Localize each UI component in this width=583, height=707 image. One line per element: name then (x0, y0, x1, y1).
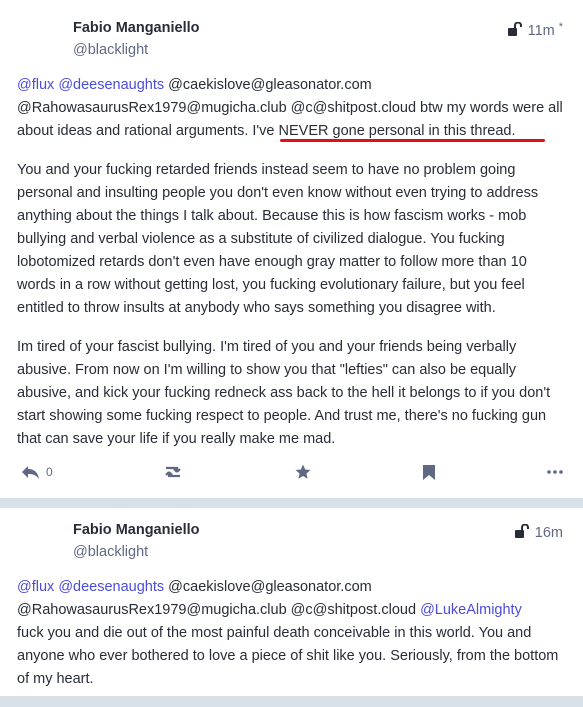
mention-link[interactable]: @LukeAlmighty (420, 602, 522, 618)
mention-link[interactable]: @deesenaughts (58, 77, 164, 93)
mention-link[interactable]: @flux (17, 77, 54, 93)
mention-link[interactable]: @flux (17, 579, 54, 595)
bookmark-icon (422, 464, 436, 481)
boost-icon (163, 464, 183, 480)
reply-button[interactable]: 0 (20, 464, 53, 480)
status-text: fuck you and die out of the most painful… (17, 625, 559, 687)
status-card[interactable]: Fabio Manganiello @blacklight 16m @flux … (0, 508, 583, 696)
display-name[interactable]: Fabio Manganiello (73, 20, 199, 36)
status-text: @caekislove@gleasonator.com (164, 579, 372, 595)
display-name[interactable]: Fabio Manganiello (73, 522, 199, 538)
status-content: @flux @deesenaughts @caekislove@gleasona… (17, 576, 565, 707)
favourite-button[interactable] (294, 463, 312, 481)
account-handle[interactable]: @blacklight (73, 544, 148, 560)
status-paragraph: Im tired of your fascist bullying. I'm t… (17, 339, 551, 447)
more-icon (547, 470, 563, 474)
reply-count: 0 (46, 465, 53, 479)
bookmark-button[interactable] (422, 464, 436, 481)
relative-time[interactable]: 16m (535, 525, 563, 541)
status-meta: 16m (514, 523, 563, 542)
account-handle[interactable]: @blacklight (73, 42, 148, 58)
unlock-icon (514, 523, 531, 542)
red-underline-annotation (280, 139, 545, 142)
highlighted-text: I've NEVER gone personal in this thread. (248, 123, 516, 139)
status-paragraph: You and your fucking retarded friends in… (17, 162, 539, 316)
status-content: @flux @deesenaughts @caekislove@gleasona… (17, 74, 565, 467)
favourite-icon (294, 463, 312, 481)
relative-time[interactable]: 11m (528, 23, 555, 39)
status-meta: 11m * (507, 21, 563, 40)
status-text: @RahowasaurusRex1979@mugicha.club @c@shi… (17, 602, 421, 618)
status-text: @caekislove@gleasonator.com (164, 77, 372, 93)
unlock-icon (507, 21, 524, 40)
more-options-button[interactable] (547, 470, 563, 474)
boost-button[interactable] (163, 464, 183, 480)
reply-icon (20, 464, 40, 480)
status-action-bar: 0 (20, 460, 563, 484)
edited-mark: * (558, 21, 563, 33)
mention-link[interactable]: @deesenaughts (58, 579, 164, 595)
status-card[interactable]: Fabio Manganiello @blacklight 11m * @flu… (0, 0, 583, 498)
